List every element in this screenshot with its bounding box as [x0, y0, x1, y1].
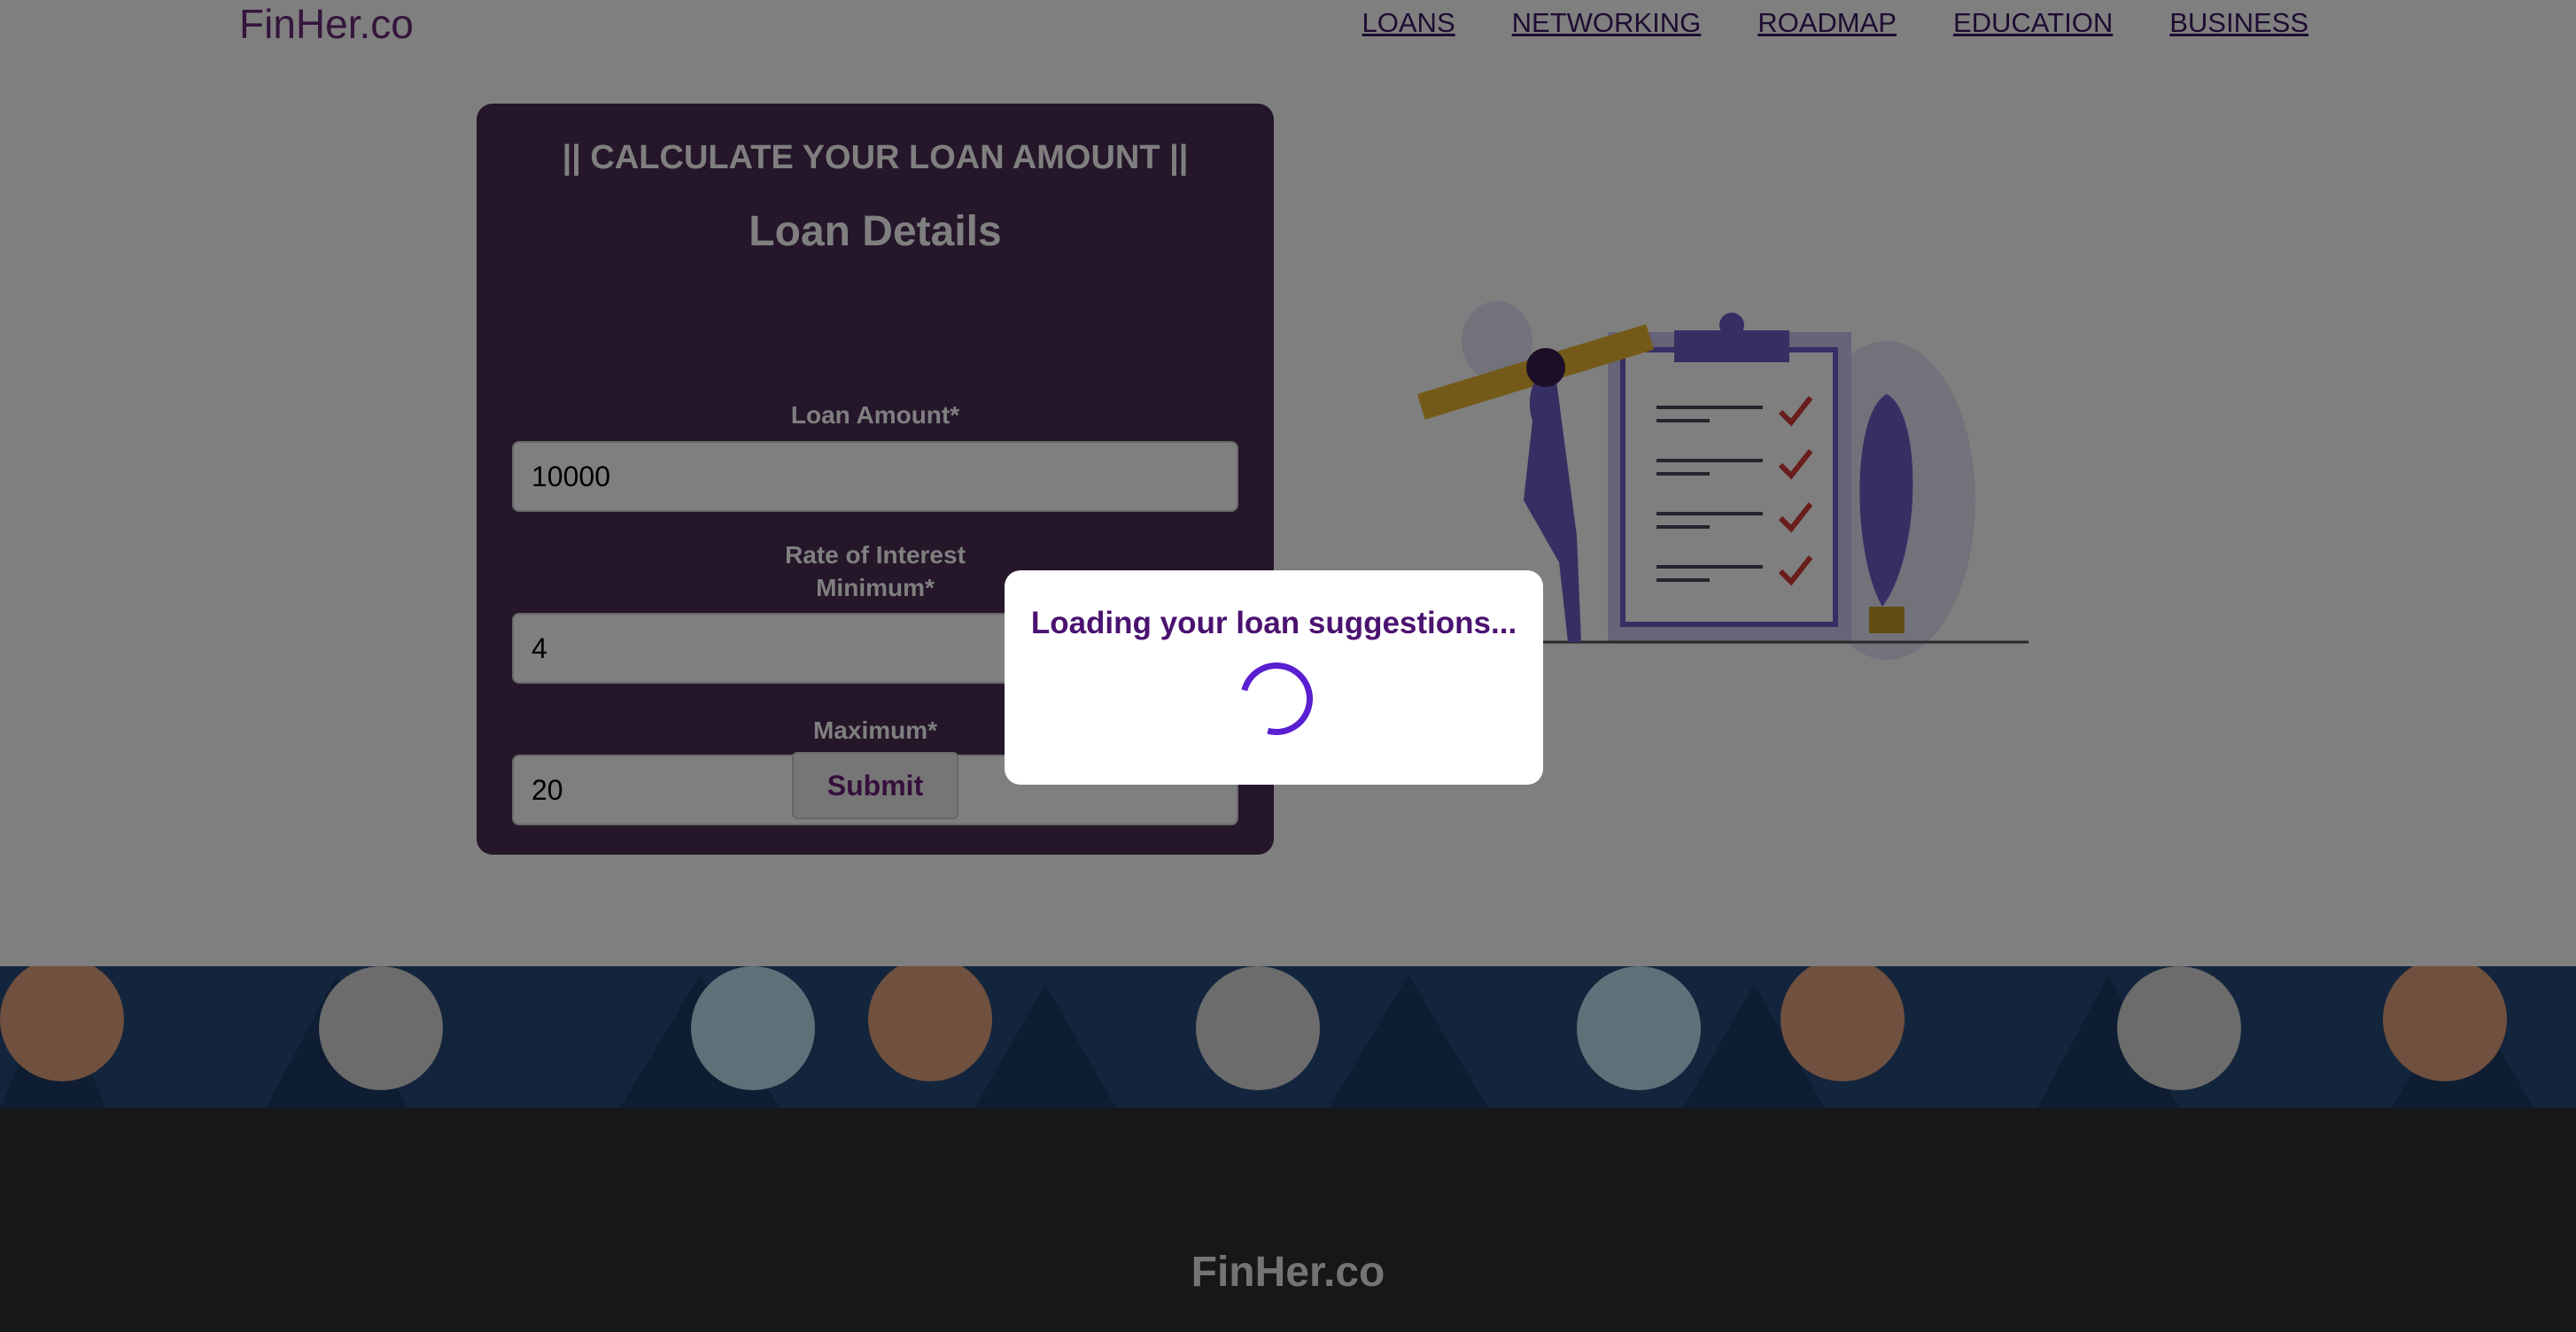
loading-message: Loading your loan suggestions... — [1030, 606, 1517, 640]
spinner-icon — [1226, 648, 1327, 749]
loading-modal: Loading your loan suggestions... — [1005, 570, 1543, 785]
